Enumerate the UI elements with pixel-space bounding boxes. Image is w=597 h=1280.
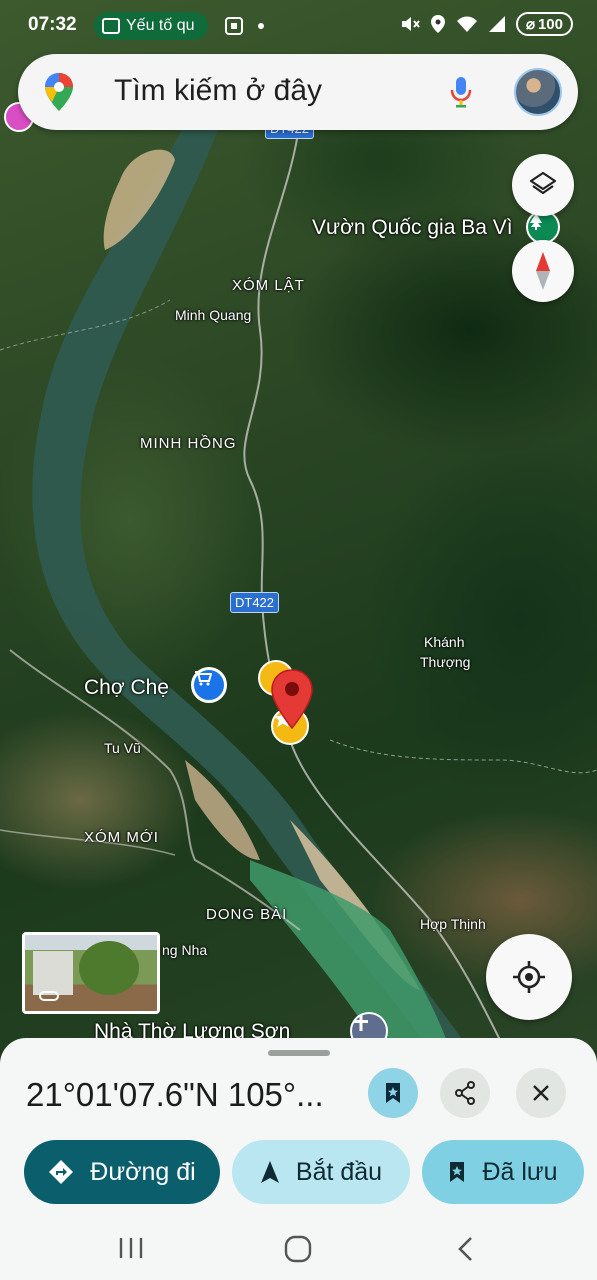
battery-leaf-icon: ⌀ — [525, 16, 535, 33]
mic-icon[interactable] — [450, 76, 472, 108]
drag-handle[interactable] — [268, 1050, 330, 1056]
compass-button[interactable] — [512, 240, 574, 302]
map-label-cho-che[interactable]: Chợ Chẹ — [84, 676, 169, 700]
cart-icon — [195, 671, 212, 686]
dot-icon — [258, 23, 264, 29]
coordinates-title: 21°01'07.6"N 105°... — [26, 1076, 324, 1113]
directions-label: Đường đi — [90, 1157, 196, 1186]
share-button[interactable] — [440, 1068, 490, 1118]
bookmark-icon — [386, 1083, 400, 1103]
street-view-thumbnail[interactable] — [22, 932, 160, 1014]
boundary — [329, 739, 597, 774]
cast-icon — [102, 18, 120, 34]
my-location-icon — [513, 961, 545, 993]
recent-apps-icon[interactable] — [118, 1236, 144, 1260]
avatar[interactable] — [514, 68, 562, 116]
battery-level: 100 — [537, 15, 563, 33]
map-label-xom-moi: XÓM MỚI — [84, 829, 159, 846]
map-label-minh-quang: Minh Quang — [175, 307, 252, 323]
my-location-button[interactable] — [486, 934, 572, 1020]
map-label-hop-thinh: Hợp Thịnh — [420, 916, 486, 932]
mute-icon — [401, 17, 420, 31]
search-bar[interactable]: Tìm kiếm ở đây — [18, 54, 578, 130]
bookmark-button[interactable] — [368, 1068, 418, 1118]
start-button[interactable]: Bắt đầu — [232, 1140, 410, 1204]
close-icon — [533, 1085, 549, 1101]
saved-label: Đã lưu — [482, 1157, 558, 1186]
compass-icon — [536, 252, 550, 290]
shop-marker[interactable] — [191, 667, 227, 703]
maps-pin-logo — [45, 73, 73, 111]
home-icon[interactable] — [284, 1235, 312, 1263]
battery-indicator: ⌀ 100 — [515, 12, 573, 36]
map-label-khanh: Khánh — [424, 634, 465, 650]
start-label: Bắt đầu — [295, 1157, 383, 1186]
signal-icon — [488, 16, 505, 32]
close-button[interactable] — [516, 1068, 566, 1118]
directions-button[interactable]: Đường đi — [24, 1140, 220, 1204]
layers-button[interactable] — [512, 154, 574, 216]
tree-shape — [79, 941, 139, 995]
location-icon — [430, 15, 445, 33]
cross-icon — [354, 1015, 368, 1031]
status-time: 07:32 — [28, 14, 77, 35]
navigation-arrow-icon — [260, 1161, 279, 1183]
status-app-label: Yếu tố qu — [126, 17, 195, 34]
directions-icon — [49, 1160, 74, 1184]
search-input[interactable]: Tìm kiếm ở đây — [114, 74, 322, 108]
layers-icon — [529, 171, 557, 195]
map-label-xom-lat: XÓM LẬT — [232, 277, 305, 294]
system-navigation-bar — [0, 1216, 597, 1280]
back-icon[interactable] — [456, 1236, 474, 1262]
map-label-dong-bai: DONG BÀI — [206, 906, 288, 923]
map-label-park[interactable]: Vườn Quốc gia Ba Vì — [312, 216, 513, 240]
road-shield-dt422: DT422 — [230, 592, 280, 613]
map-label-partial: ng Nha — [162, 942, 208, 958]
rotate-360-icon — [39, 991, 59, 1001]
map-label-minh-hong: MINH HỒNG — [140, 435, 237, 452]
saved-button[interactable]: Đã lưu — [422, 1140, 584, 1204]
wifi-icon — [456, 16, 477, 32]
share-icon — [455, 1081, 475, 1105]
place-bottom-sheet[interactable]: 21°01'07.6"N 105°... Đường đi Bắt đầu Đã… — [0, 1038, 597, 1280]
building-shape — [33, 951, 73, 995]
status-bar: 07:32 Yếu tố qu ⌀ 100 — [0, 0, 597, 52]
map-label-thuong: Thượng — [420, 654, 471, 670]
status-app-chip[interactable]: Yếu tố qu — [94, 12, 208, 40]
satellite-map[interactable]: Vườn Quốc gia Ba Vì XÓM LẬT Minh Quang M… — [0, 0, 597, 1050]
map-label-tu-vu: Tu Vũ — [104, 740, 141, 756]
screen-capture-icon — [225, 17, 243, 35]
bookmark-filled-icon — [450, 1162, 465, 1182]
